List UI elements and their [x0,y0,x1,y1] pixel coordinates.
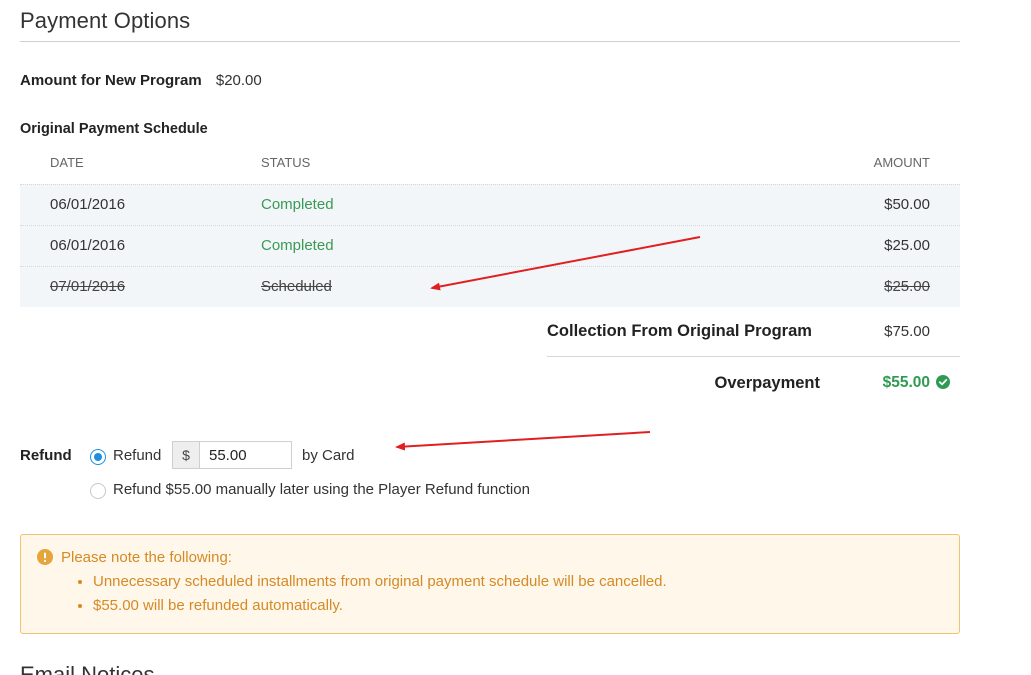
amount-new-program: Amount for New Program $20.00 [20,72,262,89]
table-row: 06/01/2016 Completed $50.00 [20,184,960,225]
notice-item: $55.00 will be refunded automatically. [93,597,667,615]
refund-card-option-label[interactable]: Refund [113,447,161,464]
schedule-header-row: DATE STATUS AMOUNT [20,142,960,184]
row-date: 06/01/2016 [50,196,126,213]
overpayment-summary: Overpayment $55.00 [547,362,960,402]
title-divider [20,41,960,42]
collection-label: Collection From Original Program [547,322,812,340]
refund-manual-radio[interactable] [90,483,106,499]
row-date: 06/01/2016 [50,237,126,254]
notice-title: Please note the following: [61,549,232,566]
currency-prefix: $ [173,442,200,468]
email-notices-heading: Email Notices [20,662,155,675]
collection-summary: Collection From Original Program $75.00 [547,310,960,357]
overpayment-label: Overpayment [714,374,820,392]
table-row-cancelled: 07/01/2016 Scheduled $25.00 [20,266,960,307]
header-date: DATE [50,155,84,170]
page-title: Payment Options [20,8,191,33]
amount-new-program-value: $20.00 [215,72,262,89]
exclamation-circle-icon [37,549,53,565]
header-amount: AMOUNT [873,155,930,170]
annotation-arrow-refund [395,431,651,451]
row-amount: $25.00 [884,278,930,295]
refund-amount-input[interactable] [200,442,290,468]
header-status: STATUS [261,155,311,170]
row-status: Scheduled [261,278,332,295]
schedule-title: Original Payment Schedule [20,121,208,137]
payment-options-page: Payment Options Amount for New Program $… [0,0,1031,675]
notice-item: Unnecessary scheduled installments from … [93,573,667,591]
table-row: 06/01/2016 Completed $25.00 [20,225,960,266]
refund-amount-field: $ [172,441,292,469]
check-circle-icon [936,375,950,389]
notice-box: Please note the following: Unnecessary s… [20,534,960,634]
payment-schedule-table: DATE STATUS AMOUNT 06/01/2016 Completed … [20,142,960,307]
row-status: Completed [261,196,334,213]
collection-value: $75.00 [884,323,930,340]
refund-manual-option-label[interactable]: Refund $55.00 manually later using the P… [113,481,530,498]
amount-new-program-label: Amount for New Program [20,72,202,89]
refund-label: Refund [20,447,72,464]
row-date: 07/01/2016 [50,278,126,295]
notice-list: Unnecessary scheduled installments from … [77,573,667,621]
row-status: Completed [261,237,334,254]
row-amount: $50.00 [884,196,930,213]
refund-card-radio[interactable] [90,449,106,465]
overpayment-value: $55.00 [882,374,930,391]
row-amount: $25.00 [884,237,930,254]
by-card-label: by Card [302,447,355,464]
